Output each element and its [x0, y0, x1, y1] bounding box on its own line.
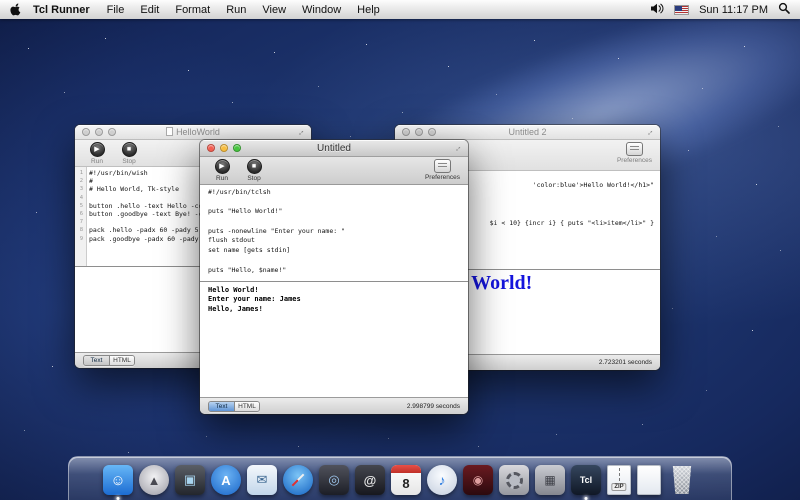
untitled-code-editor[interactable]: #!/usr/bin/tclsh puts "Hello World!" put…	[200, 185, 468, 282]
code-line	[208, 217, 468, 227]
dock-document[interactable]	[637, 465, 661, 495]
preferences-button[interactable]: Preferences	[425, 159, 460, 181]
code-line: flush stdout	[208, 236, 468, 246]
code-line	[208, 256, 468, 266]
dock-launchpad[interactable]: ▲	[139, 465, 169, 495]
preferences-icon	[626, 142, 643, 156]
dock-tcl-runner[interactable]: Tcl	[571, 465, 601, 495]
menu-help[interactable]: Help	[349, 4, 388, 16]
segment-text[interactable]: Text	[84, 356, 109, 365]
minimize-button[interactable]	[415, 128, 423, 136]
dock-dvd-player[interactable]: ◉	[463, 465, 493, 495]
run-button[interactable]: ▶Run	[83, 142, 111, 166]
minimize-button[interactable]	[220, 144, 228, 152]
volume-icon[interactable]	[650, 3, 664, 17]
untitled-bottom-bar: Text HTML 2.998799 seconds	[200, 397, 468, 414]
menu-window[interactable]: Window	[294, 4, 349, 16]
spotlight-icon[interactable]	[778, 2, 790, 17]
dock-mail-at[interactable]: @	[355, 465, 385, 495]
dock-zip-archive[interactable]: ZIP	[607, 465, 631, 495]
close-button[interactable]	[207, 144, 215, 152]
input-language-flag-icon[interactable]	[674, 5, 689, 15]
stop-button[interactable]: ■Stop	[240, 159, 268, 184]
app-menu-title[interactable]: Tcl Runner	[24, 4, 99, 16]
dock-app-store[interactable]: A	[211, 465, 241, 495]
play-icon: ▶	[94, 146, 99, 153]
output-line: Hello, James!	[208, 305, 460, 314]
dock-calendar[interactable]: 8	[391, 465, 421, 495]
apple-menu-icon[interactable]	[10, 3, 22, 16]
dock-icons: ☺ ▲ ▣ A ✉ ◎ @ 8 ♪ ◉ ▦ Tcl ZIP	[103, 465, 697, 495]
untitled2-titlebar[interactable]: Untitled 2 ↔	[395, 125, 660, 140]
segment-text[interactable]: Text	[209, 402, 234, 411]
output-line: Enter your name: James	[208, 295, 460, 304]
menu-run[interactable]: Run	[218, 4, 254, 16]
run-timer: 2.998799 seconds	[407, 403, 460, 410]
menu-view[interactable]: View	[254, 4, 294, 16]
segment-html[interactable]: HTML	[234, 402, 259, 411]
menu-bar: Tcl Runner File Edit Format Run View Win…	[0, 0, 800, 19]
helloworld-titlebar[interactable]: HelloWorld ↔	[75, 125, 311, 140]
run-button[interactable]: ▶Run	[208, 159, 236, 184]
fullscreen-icon[interactable]: ↔	[643, 126, 656, 139]
code-line: set name [gets stdin]	[208, 246, 468, 256]
code-line: #!/usr/bin/tclsh	[208, 188, 468, 198]
dock-trash[interactable]	[667, 465, 697, 495]
code-line: puts -nonewline "Enter your name: "	[208, 227, 468, 237]
untitled-titlebar[interactable]: Untitled ↔	[200, 140, 468, 157]
zoom-button[interactable]	[108, 128, 116, 136]
play-icon: ▶	[219, 163, 224, 170]
dock-utilities[interactable]: ▦	[535, 465, 565, 495]
stop-icon: ■	[252, 163, 256, 170]
menu-file[interactable]: File	[99, 4, 133, 16]
untitled-output-pane: Hello World! Enter your name: James Hell…	[200, 282, 468, 397]
dock-mail[interactable]: ✉	[247, 465, 277, 495]
minimize-button[interactable]	[95, 128, 103, 136]
menu-clock[interactable]: Sun 11:17 PM	[699, 4, 768, 16]
preferences-icon	[434, 159, 451, 173]
zoom-button[interactable]	[428, 128, 436, 136]
code-line	[208, 198, 468, 208]
stop-button[interactable]: ■Stop	[115, 142, 143, 166]
preferences-button[interactable]: Preferences	[617, 142, 652, 164]
menu-format[interactable]: Format	[167, 4, 218, 16]
segment-html[interactable]: HTML	[109, 356, 134, 365]
dock-safari[interactable]	[283, 465, 313, 495]
menu-edit[interactable]: Edit	[132, 4, 167, 16]
stop-icon: ■	[127, 146, 131, 153]
window-untitled: Untitled ↔ ▶Run ■Stop Preferences #!/usr…	[200, 140, 468, 414]
code-line: puts "Hello, $name!"	[208, 266, 468, 276]
close-button[interactable]	[82, 128, 90, 136]
untitled-toolbar: ▶Run ■Stop Preferences	[200, 157, 468, 185]
run-timer: 2.723201 seconds	[599, 359, 652, 366]
code-line: puts "Hello World!"	[208, 207, 468, 217]
dock-finder[interactable]: ☺	[103, 465, 133, 495]
output-line: Hello World!	[208, 286, 460, 295]
dock-system-preferences[interactable]	[499, 465, 529, 495]
fullscreen-icon[interactable]: ↔	[451, 142, 464, 155]
output-mode-segmented-control: Text HTML	[208, 401, 260, 412]
dock-mission-control[interactable]: ▣	[175, 465, 205, 495]
dock: ☺ ▲ ▣ A ✉ ◎ @ 8 ♪ ◉ ▦ Tcl ZIP	[0, 446, 800, 500]
dock-photo-booth[interactable]: ◎	[319, 465, 349, 495]
document-proxy-icon	[166, 127, 173, 136]
dock-itunes[interactable]: ♪	[427, 465, 457, 495]
close-button[interactable]	[402, 128, 410, 136]
output-mode-segmented-control: Text HTML	[83, 355, 135, 366]
fullscreen-icon[interactable]: ↔	[294, 126, 307, 139]
zoom-button[interactable]	[233, 144, 241, 152]
